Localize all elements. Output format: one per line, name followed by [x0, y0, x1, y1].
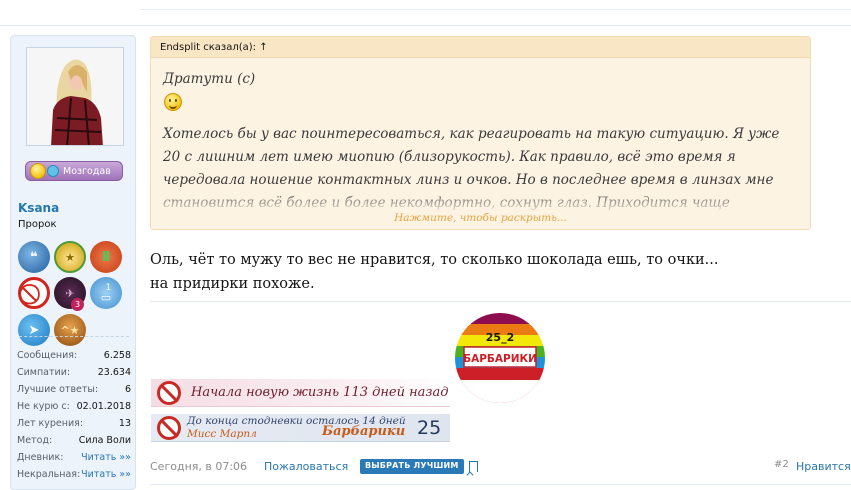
- stat-row: Метод: Сила Воли: [17, 435, 131, 446]
- user-title: Пророк: [18, 219, 57, 230]
- rank-stripes-icon[interactable]: Ⅱ: [90, 241, 122, 273]
- quote-line: Дратути (с): [163, 71, 256, 87]
- expand-quote-link[interactable]: Нажмите, чтобы раскрыть...: [151, 212, 810, 224]
- avatar[interactable]: [26, 47, 124, 146]
- top-divider: [0, 0, 851, 26]
- stat-row: Лучшие ответы: 6: [17, 384, 131, 395]
- book-icon[interactable]: 1 ▭: [90, 277, 122, 309]
- stat-row: Симпатии: 23.634: [17, 367, 131, 378]
- stat-row: Некральная: Читать »»: [17, 469, 131, 480]
- badge-count: 3: [71, 298, 84, 311]
- post-number-link[interactable]: #2: [774, 459, 789, 470]
- bookmark-icon[interactable]: [469, 461, 478, 472]
- no-smoking-icon: [157, 380, 181, 405]
- mozgodav-label: Мозгодав: [63, 165, 111, 177]
- message-line: на придирки похоже.: [150, 276, 315, 292]
- signature-divider: [150, 301, 851, 302]
- smiley-icon: [164, 93, 182, 111]
- logo-number: 25_2: [486, 331, 514, 344]
- avatar-photo: [27, 48, 123, 145]
- stat-row: Лет курения: 13: [17, 418, 131, 429]
- panel-separator: [19, 336, 129, 337]
- stat-row: Не курю с: 02.01.2018: [17, 401, 131, 412]
- send-arrow-icon[interactable]: ➤: [18, 314, 50, 346]
- logo-word: БАРБАРИКИ: [463, 353, 537, 365]
- next-post-divider: [150, 484, 851, 485]
- chat-bubbles-icon[interactable]: ❝: [18, 241, 50, 273]
- stat-row: Дневник: Читать »»: [17, 452, 131, 463]
- globe-icon: [47, 165, 59, 177]
- no-smoking-icon[interactable]: ⃠: [18, 277, 50, 309]
- post-date-link[interactable]: Сегодня, в 07:06: [150, 460, 247, 473]
- select-best-button[interactable]: ВЫБРАТЬ ЛУЧШИМ: [360, 459, 464, 474]
- post-message: Оль, чёт то мужу то вес не нравится, то …: [150, 248, 830, 296]
- report-link[interactable]: Пожаловаться: [264, 460, 348, 473]
- quote-author-link[interactable]: Endsplit сказал(а): ↑: [151, 37, 810, 58]
- signature-bar-countdown[interactable]: До конца стодневки осталось 14 дней Мисс…: [151, 414, 450, 442]
- helicopter-icon[interactable]: ✈ 3: [54, 277, 86, 311]
- team-number: 25: [417, 416, 442, 439]
- countdown-text: До конца стодневки осталось 14 дней Мисс…: [187, 414, 406, 440]
- message-line: Оль, чёт то мужу то вес не нравится, то …: [150, 252, 719, 268]
- rank-star-icon[interactable]: ^★: [54, 314, 86, 346]
- signature-bar-newlife[interactable]: Начала новую жизнь 113 дней назад: [151, 379, 450, 407]
- smiley-icon: [30, 163, 46, 179]
- barbariki-team-logo[interactable]: 25_2 БАРБАРИКИ: [450, 308, 550, 408]
- user-info-panel: Мозгодав Ksana Пророк ❝ ★ Ⅱ ⃠ ✈3 1▭ ➤ ^★…: [10, 35, 136, 490]
- username-link[interactable]: Ksana: [18, 201, 59, 215]
- stat-row: Сообщения: 6.258: [17, 350, 131, 361]
- medal-icon[interactable]: ★: [54, 241, 86, 273]
- user-stats: Сообщения: 6.258 Симпатии: 23.634 Лучшие о…: [17, 348, 131, 484]
- no-smoking-icon: [157, 415, 181, 440]
- like-link[interactable]: Нравится: [796, 460, 851, 473]
- previous-post-edge: [140, 0, 851, 10]
- newlife-text: Начала новую жизнь 113 дней назад: [191, 385, 449, 400]
- post-footer: Сегодня, в 07:06 Пожаловаться ВЫБРАТЬ ЛУ…: [150, 458, 851, 476]
- mozgodav-badge-button[interactable]: Мозгодав: [25, 161, 123, 181]
- necral-read-link[interactable]: Читать »»: [81, 469, 131, 480]
- diary-read-link[interactable]: Читать »»: [81, 452, 131, 463]
- quote-block: Endsplit сказал(а): ↑ Дратути (с) Хотело…: [150, 36, 811, 230]
